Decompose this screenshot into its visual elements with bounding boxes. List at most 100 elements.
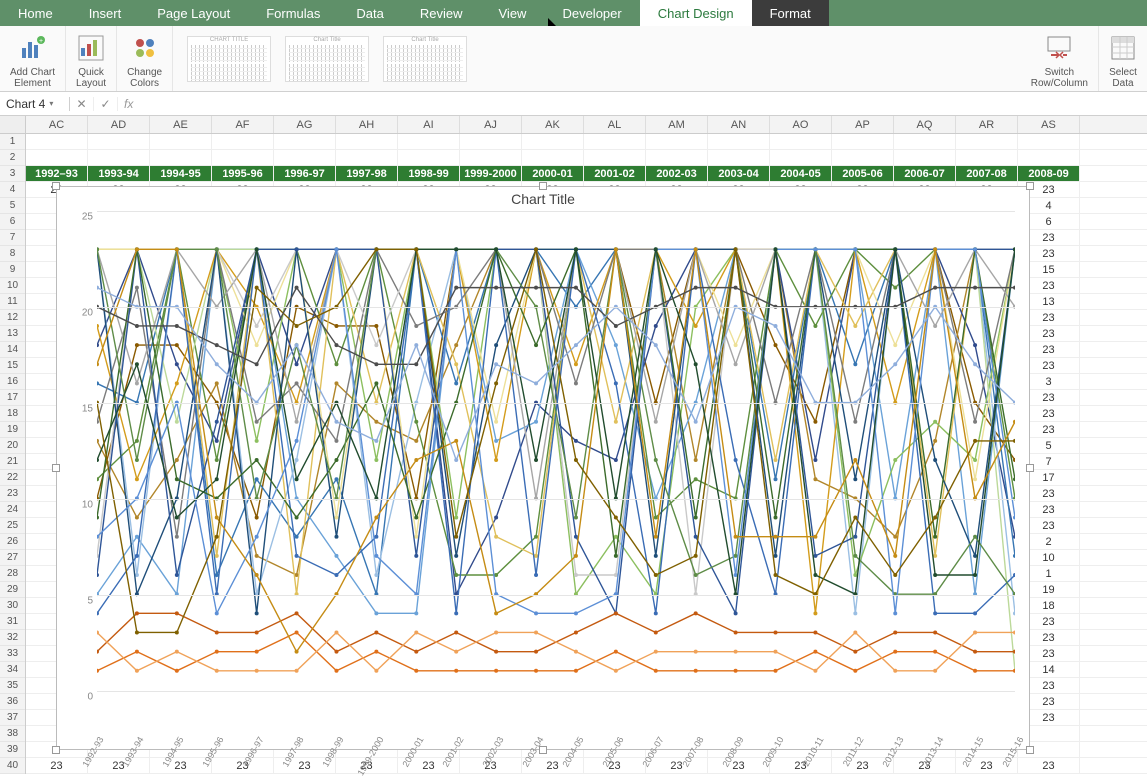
cell[interactable]: 2002-03 bbox=[646, 166, 708, 181]
chart-style-3[interactable]: Chart Title bbox=[383, 36, 467, 82]
cell[interactable] bbox=[832, 150, 894, 165]
col-header-AD[interactable]: AD bbox=[88, 116, 150, 133]
row-header-13[interactable]: 13 bbox=[0, 326, 25, 342]
col-header-AN[interactable]: AN bbox=[708, 116, 770, 133]
group-change-colors[interactable]: Change Colors bbox=[117, 26, 173, 91]
row-header-11[interactable]: 11 bbox=[0, 294, 25, 310]
row-header-19[interactable]: 19 bbox=[0, 422, 25, 438]
row-header-1[interactable]: 1 bbox=[0, 134, 25, 150]
name-box[interactable]: Chart 4 ▾ bbox=[0, 97, 70, 111]
row-header-9[interactable]: 9 bbox=[0, 262, 25, 278]
cell[interactable]: 23 bbox=[708, 758, 770, 773]
chart-plot-area[interactable]: 0510152025 bbox=[97, 211, 1015, 691]
cell[interactable] bbox=[708, 150, 770, 165]
row-header-8[interactable]: 8 bbox=[0, 246, 25, 262]
cell[interactable]: 1997-98 bbox=[336, 166, 398, 181]
cell[interactable] bbox=[956, 134, 1018, 149]
cell[interactable]: 1999-2000 bbox=[460, 166, 522, 181]
cell[interactable] bbox=[398, 134, 460, 149]
col-header-AJ[interactable]: AJ bbox=[460, 116, 522, 133]
cell[interactable] bbox=[88, 134, 150, 149]
tab-formulas[interactable]: Formulas bbox=[248, 0, 338, 26]
resize-handle-n[interactable] bbox=[539, 182, 547, 190]
group-switch-row-col[interactable]: Switch Row/Column bbox=[1021, 26, 1099, 91]
resize-handle-e[interactable] bbox=[1026, 464, 1034, 472]
row-header-7[interactable]: 7 bbox=[0, 230, 25, 246]
cell[interactable] bbox=[212, 134, 274, 149]
group-add-chart-element[interactable]: + Add Chart Element bbox=[0, 26, 66, 91]
cell[interactable] bbox=[150, 150, 212, 165]
cell[interactable]: 2008-09 bbox=[1018, 166, 1080, 181]
row-header-22[interactable]: 22 bbox=[0, 470, 25, 486]
group-quick-layout[interactable]: Quick Layout bbox=[66, 26, 117, 91]
tab-view[interactable]: View bbox=[481, 0, 545, 26]
col-header-AL[interactable]: AL bbox=[584, 116, 646, 133]
cell[interactable]: 1993-94 bbox=[88, 166, 150, 181]
row-header-38[interactable]: 38 bbox=[0, 726, 25, 742]
row-header-23[interactable]: 23 bbox=[0, 486, 25, 502]
row-header-37[interactable]: 37 bbox=[0, 710, 25, 726]
row-header-27[interactable]: 27 bbox=[0, 550, 25, 566]
cell[interactable] bbox=[1018, 150, 1080, 165]
row-header-28[interactable]: 28 bbox=[0, 566, 25, 582]
cell[interactable]: 2003-04 bbox=[708, 166, 770, 181]
cells-area[interactable]: 1992–931993-941994-951995-961996-971997-… bbox=[26, 134, 1147, 774]
col-header-AH[interactable]: AH bbox=[336, 116, 398, 133]
select-all-corner[interactable] bbox=[0, 116, 26, 133]
enter-formula-button[interactable]: ✓ bbox=[94, 97, 118, 111]
row-header-10[interactable]: 10 bbox=[0, 278, 25, 294]
cell[interactable]: 23 bbox=[88, 758, 150, 773]
chart-styles-gallery[interactable]: CHART TITLE Chart Title Chart Title bbox=[173, 26, 1021, 91]
row-header-33[interactable]: 33 bbox=[0, 646, 25, 662]
row-header-5[interactable]: 5 bbox=[0, 198, 25, 214]
tab-developer[interactable]: Developer bbox=[544, 0, 639, 26]
cell[interactable] bbox=[336, 134, 398, 149]
row-header-35[interactable]: 35 bbox=[0, 678, 25, 694]
cell[interactable] bbox=[460, 134, 522, 149]
row-header-15[interactable]: 15 bbox=[0, 358, 25, 374]
row-header-34[interactable]: 34 bbox=[0, 662, 25, 678]
col-header-AP[interactable]: AP bbox=[832, 116, 894, 133]
col-header-AI[interactable]: AI bbox=[398, 116, 460, 133]
cell[interactable] bbox=[708, 134, 770, 149]
row-header-30[interactable]: 30 bbox=[0, 598, 25, 614]
chart-style-2[interactable]: Chart Title bbox=[285, 36, 369, 82]
tab-format[interactable]: Format bbox=[752, 0, 829, 26]
row-header-26[interactable]: 26 bbox=[0, 534, 25, 550]
cell[interactable]: 2005-06 bbox=[832, 166, 894, 181]
cell[interactable] bbox=[832, 134, 894, 149]
cell[interactable] bbox=[26, 134, 88, 149]
row-header-12[interactable]: 12 bbox=[0, 310, 25, 326]
resize-handle-ne[interactable] bbox=[1026, 182, 1034, 190]
row-header-21[interactable]: 21 bbox=[0, 454, 25, 470]
cell[interactable]: 2000-01 bbox=[522, 166, 584, 181]
row-header-40[interactable]: 40 bbox=[0, 758, 25, 774]
cell[interactable]: 1998-99 bbox=[398, 166, 460, 181]
row-header-16[interactable]: 16 bbox=[0, 374, 25, 390]
col-header-AG[interactable]: AG bbox=[274, 116, 336, 133]
cell[interactable]: 2007-08 bbox=[956, 166, 1018, 181]
tab-review[interactable]: Review bbox=[402, 0, 481, 26]
cell[interactable] bbox=[646, 150, 708, 165]
tab-chart-design[interactable]: Chart Design bbox=[640, 0, 752, 26]
col-header-AF[interactable]: AF bbox=[212, 116, 274, 133]
row-header-2[interactable]: 2 bbox=[0, 150, 25, 166]
row-header-18[interactable]: 18 bbox=[0, 406, 25, 422]
row-header-4[interactable]: 4 bbox=[0, 182, 25, 198]
cell[interactable] bbox=[26, 150, 88, 165]
cell[interactable]: 2006-07 bbox=[894, 166, 956, 181]
col-header-AQ[interactable]: AQ bbox=[894, 116, 956, 133]
cell[interactable] bbox=[274, 134, 336, 149]
row-header-32[interactable]: 32 bbox=[0, 630, 25, 646]
col-header-AC[interactable]: AC bbox=[26, 116, 88, 133]
col-header-AM[interactable]: AM bbox=[646, 116, 708, 133]
cell[interactable] bbox=[522, 150, 584, 165]
cell[interactable] bbox=[212, 150, 274, 165]
col-header-AK[interactable]: AK bbox=[522, 116, 584, 133]
cell[interactable]: 1992–93 bbox=[26, 166, 88, 181]
cell[interactable] bbox=[522, 134, 584, 149]
cell[interactable] bbox=[770, 150, 832, 165]
chart-title[interactable]: Chart Title bbox=[57, 187, 1029, 207]
col-header-AE[interactable]: AE bbox=[150, 116, 212, 133]
row-header-17[interactable]: 17 bbox=[0, 390, 25, 406]
